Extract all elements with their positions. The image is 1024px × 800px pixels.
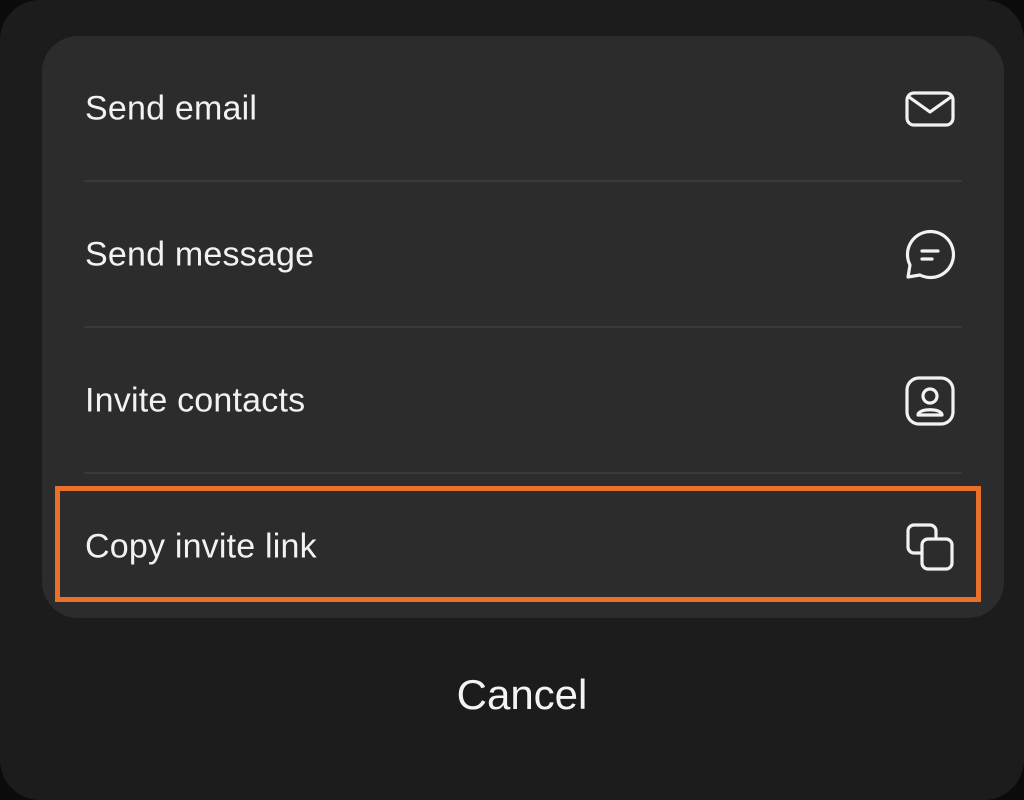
envelope-icon (900, 79, 960, 139)
send-message-option[interactable]: Send message (42, 182, 1004, 327)
invite-contacts-label: Invite contacts (85, 381, 306, 419)
invite-contacts-option[interactable]: Invite contacts (42, 328, 1004, 473)
copy-invite-link-option[interactable]: Copy invite link (42, 474, 1004, 618)
send-email-label: Send email (85, 89, 258, 127)
cancel-button[interactable]: Cancel (322, 650, 722, 740)
contact-card-icon (900, 371, 960, 431)
send-message-label: Send message (85, 235, 315, 273)
action-sheet: Send email Send message Invite contacts … (0, 0, 1024, 800)
options-card: Send email Send message Invite contacts … (42, 36, 1004, 618)
copy-icon (900, 517, 960, 577)
send-email-option[interactable]: Send email (42, 36, 1004, 181)
copy-invite-link-label: Copy invite link (85, 527, 317, 565)
chat-bubble-icon (900, 225, 960, 285)
